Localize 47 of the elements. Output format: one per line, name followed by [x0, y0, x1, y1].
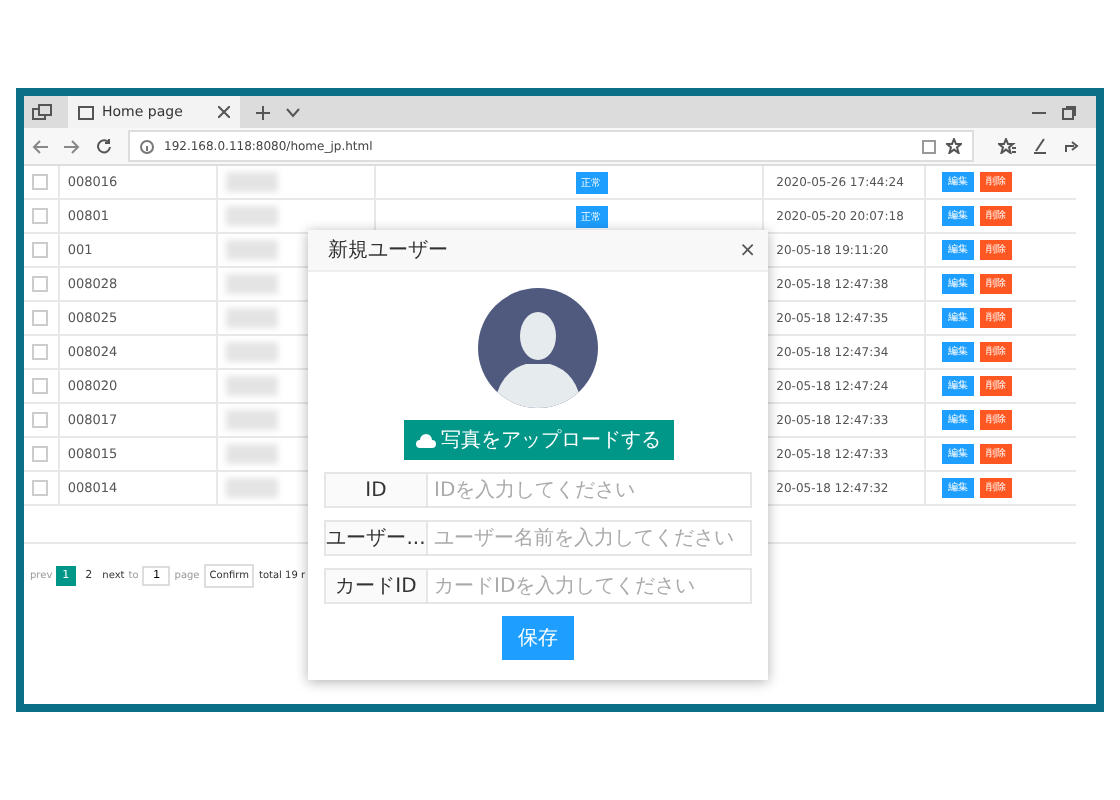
- checkbox[interactable]: [32, 344, 49, 360]
- refresh-icon[interactable]: [96, 138, 112, 154]
- redacted-block: [225, 172, 278, 192]
- minimize-icon[interactable]: [1032, 107, 1046, 117]
- pen-icon[interactable]: [1032, 138, 1048, 154]
- redacted-block: [225, 444, 278, 464]
- redacted-block: [225, 240, 278, 260]
- redacted-block: [225, 308, 278, 328]
- forward-arrow-icon[interactable]: [64, 139, 80, 153]
- tabs-icon[interactable]: [32, 104, 52, 120]
- upload-button[interactable]: 写真をアップロードする: [403, 420, 673, 460]
- checkbox[interactable]: [32, 242, 49, 258]
- redacted-block: [225, 410, 278, 430]
- restore-icon[interactable]: [1062, 105, 1076, 119]
- page-icon: [78, 105, 94, 119]
- checkbox[interactable]: [32, 446, 49, 462]
- reading-view-icon[interactable]: [922, 139, 936, 153]
- checkbox[interactable]: [32, 378, 49, 394]
- redacted-block: [225, 478, 278, 498]
- close-button[interactable]: ×: [739, 239, 756, 261]
- checkbox[interactable]: [32, 208, 49, 224]
- info-icon: [140, 139, 154, 153]
- back-arrow-icon[interactable]: [32, 139, 48, 153]
- checkbox[interactable]: [32, 310, 49, 326]
- input-field[interactable]: カードIDを入力してください: [428, 568, 752, 604]
- checkbox[interactable]: [32, 174, 49, 190]
- checkbox[interactable]: [32, 276, 49, 292]
- redacted-block: [225, 274, 278, 294]
- share-icon[interactable]: [1064, 138, 1080, 154]
- input-field[interactable]: IDを入力してください: [428, 472, 752, 508]
- input-field[interactable]: ユーザー名前を入力してください: [428, 520, 752, 556]
- save-button[interactable]: 保存: [502, 616, 574, 660]
- plus-icon[interactable]: [256, 105, 270, 119]
- field-label: ID: [324, 472, 428, 508]
- favorites-icon[interactable]: [998, 138, 1016, 154]
- redacted-block: [225, 342, 278, 362]
- checkbox[interactable]: [32, 480, 49, 496]
- field-label: カードID: [324, 568, 428, 604]
- dialog-title: 新規ユーザー: [328, 237, 448, 264]
- checkbox[interactable]: [32, 412, 49, 428]
- redacted-block: [225, 206, 278, 226]
- star-icon[interactable]: [946, 138, 962, 154]
- chevron-down-icon[interactable]: [286, 107, 300, 117]
- field-label: ユーザー...: [324, 520, 428, 556]
- cloud-upload-icon: [415, 433, 435, 447]
- redacted-block: [225, 376, 278, 396]
- close-icon[interactable]: [218, 106, 230, 118]
